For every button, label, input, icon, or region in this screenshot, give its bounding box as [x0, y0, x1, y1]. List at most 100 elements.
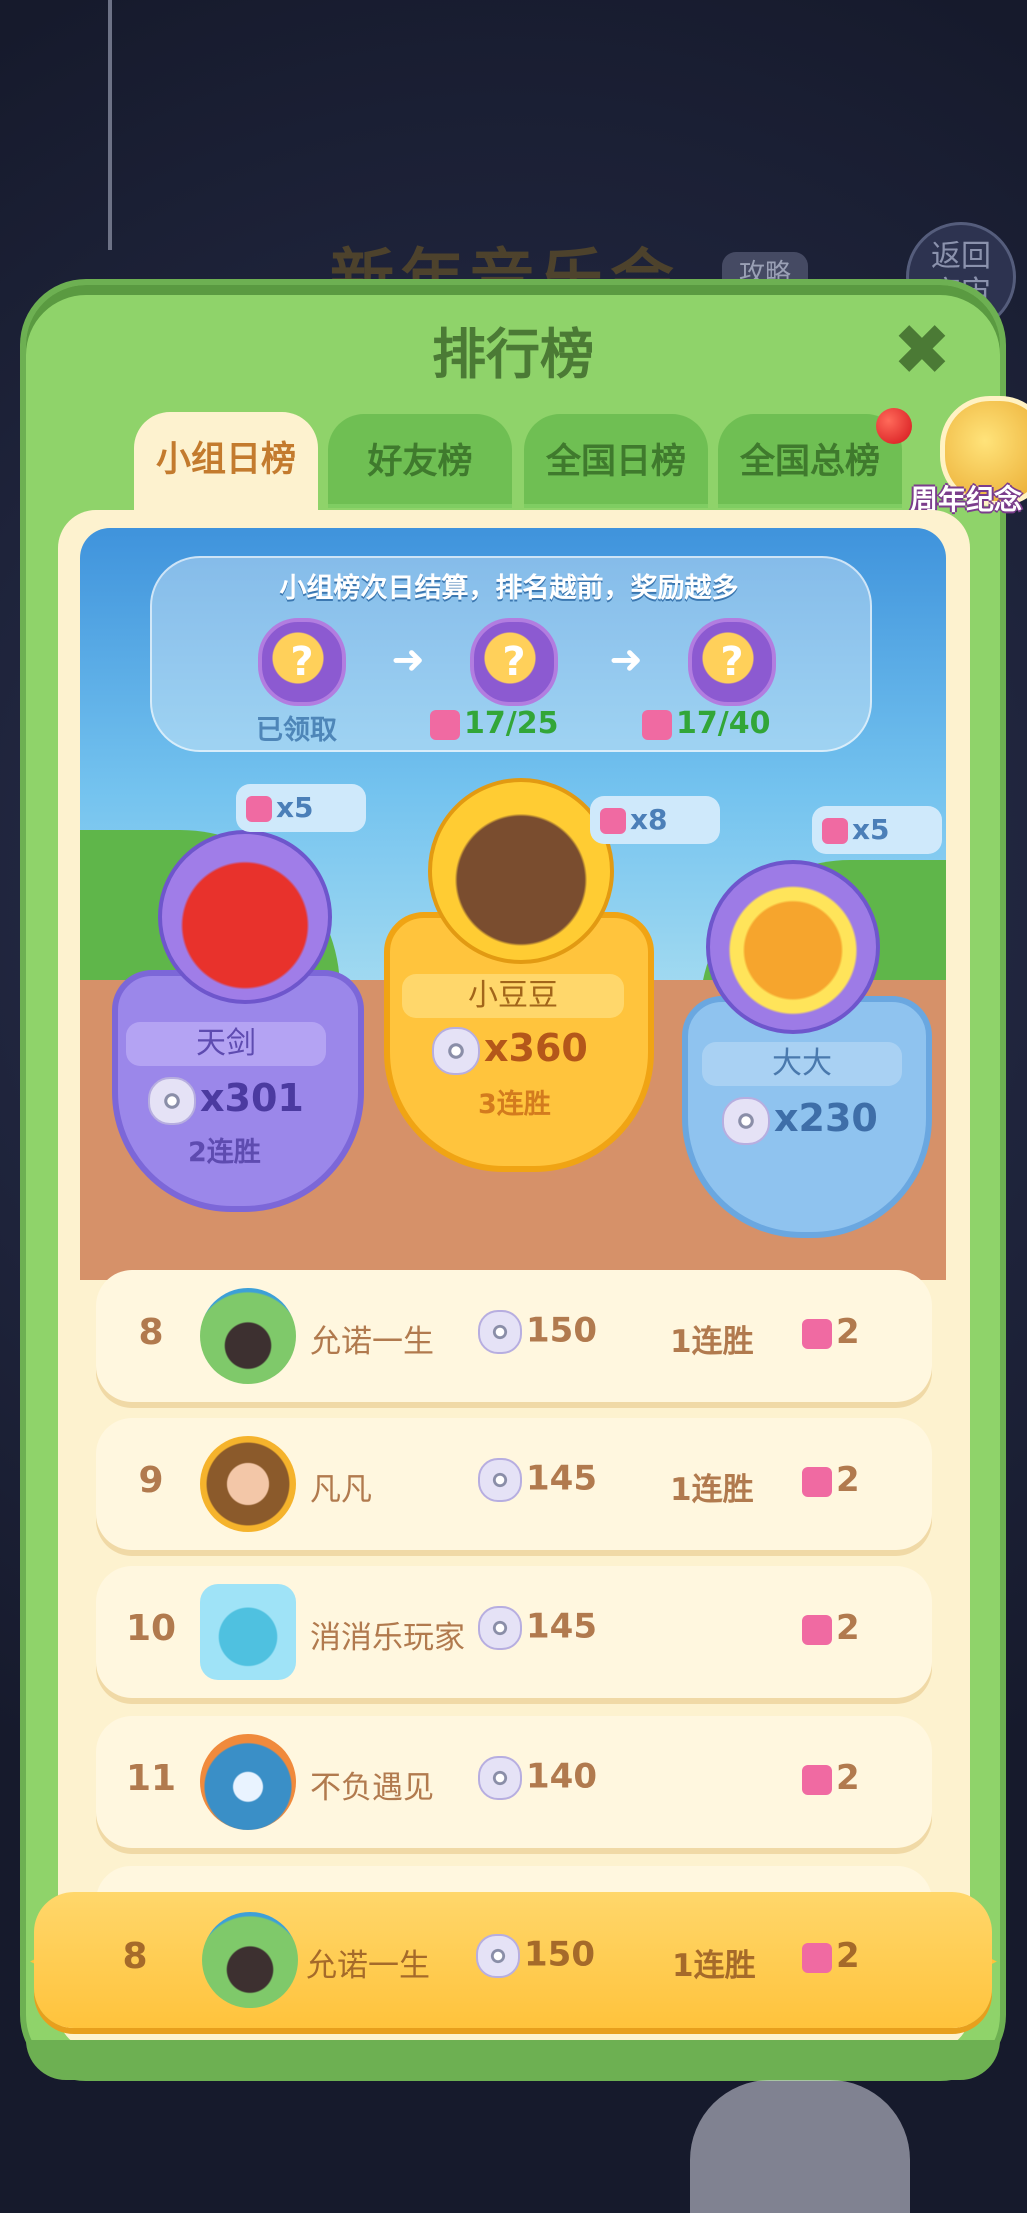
score-value: 150: [526, 1310, 597, 1351]
player-score: 145: [478, 1606, 597, 1650]
table-row[interactable]: 11 不负遇见 140 2: [96, 1716, 932, 1848]
puzzle-piece-icon: [642, 709, 672, 740]
puzzle-piece-icon: [802, 1318, 832, 1349]
player-name: 不负遇见: [310, 1770, 434, 1806]
reward-claimed-label: 已领取: [256, 715, 337, 746]
pieces-bubble: x5: [812, 806, 942, 854]
player-pieces: 2: [802, 1936, 860, 1976]
tab-friends[interactable]: 好友榜: [328, 414, 512, 508]
rank-number: 10: [125, 1608, 177, 1649]
notification-dot-icon: [876, 408, 912, 444]
player-score: 140: [478, 1756, 597, 1800]
self-rank-row[interactable]: 8 允诺一生 150 1连胜 2: [34, 1892, 992, 2028]
avatar[interactable]: [158, 830, 332, 1004]
player-pieces: 2: [802, 1312, 860, 1352]
podium-streak: 2连胜: [188, 1137, 261, 1168]
disc-icon: [148, 1076, 196, 1125]
disc-icon: [478, 1606, 522, 1650]
avatar[interactable]: [200, 1734, 296, 1830]
pieces-bubble: x5: [236, 784, 366, 832]
player-pieces: 2: [802, 1460, 860, 1500]
pieces-count: 2: [836, 1758, 860, 1798]
pieces-count: 2: [836, 1312, 860, 1352]
disc-icon: [432, 1026, 480, 1075]
reward-progress: 17/40: [642, 706, 770, 741]
disc-icon: [476, 1934, 520, 1978]
player-name: 允诺一生: [310, 1324, 434, 1360]
puzzle-piece-icon: [802, 1942, 832, 1973]
avatar[interactable]: [200, 1288, 296, 1384]
score-value: 150: [524, 1934, 595, 1975]
pieces-count: 2: [836, 1460, 860, 1500]
player-streak: 1连胜: [670, 1324, 754, 1360]
avatar[interactable]: [428, 778, 614, 964]
podium-name: 大大: [702, 1042, 902, 1086]
pieces-count: 2: [836, 1936, 860, 1976]
table-row[interactable]: 8 允诺一生 150 1连胜 2: [96, 1270, 932, 1402]
avatar[interactable]: [200, 1584, 296, 1680]
pieces-count: x5: [276, 791, 314, 824]
player-name: 凡凡: [310, 1472, 372, 1508]
arrow-right-icon: ➜: [609, 637, 643, 683]
panel-base: [26, 2040, 1000, 2080]
podium-name: 天剑: [126, 1022, 326, 1066]
rank-number: 9: [138, 1460, 164, 1501]
score-value: 145: [526, 1606, 597, 1647]
player-streak: 1连胜: [670, 1472, 754, 1508]
player-score: 150: [478, 1310, 597, 1354]
player-pieces: 2: [802, 1758, 860, 1798]
rank-number: 8: [138, 1312, 164, 1353]
rank-number: 11: [125, 1758, 177, 1799]
reward-progress-value: 17/25: [464, 706, 559, 741]
avatar[interactable]: [706, 860, 880, 1034]
close-icon[interactable]: ✖: [890, 315, 954, 385]
score-value: 140: [526, 1756, 597, 1797]
podium-name: 小豆豆: [402, 974, 624, 1018]
puzzle-piece-icon: [430, 709, 460, 740]
reward-progress: 17/25: [430, 706, 558, 741]
podium-score: x301: [148, 1076, 304, 1125]
avatar[interactable]: [202, 1912, 298, 2008]
table-row[interactable]: 9 凡凡 145 1连胜 2: [96, 1418, 932, 1550]
podium-streak: 3连胜: [478, 1089, 551, 1120]
score-value: 145: [526, 1458, 597, 1499]
disc-icon: [478, 1458, 522, 1502]
puzzle-piece-icon: [246, 796, 272, 822]
player-streak: 1连胜: [672, 1948, 756, 1984]
table-row[interactable]: 10 消消乐玩家 145 2: [96, 1566, 932, 1698]
player-score: 150: [476, 1934, 595, 1978]
reward-chest-icon[interactable]: ?: [688, 618, 776, 706]
player-score: 145: [478, 1458, 597, 1502]
avatar[interactable]: [200, 1436, 296, 1532]
puzzle-piece-icon: [802, 1466, 832, 1497]
player-pieces: 2: [802, 1608, 860, 1648]
player-name: 消消乐玩家: [310, 1620, 465, 1656]
disc-icon: [722, 1096, 770, 1145]
pieces-count: x5: [852, 813, 890, 846]
puzzle-piece-icon: [802, 1764, 832, 1795]
pieces-bubble: x8: [590, 796, 720, 844]
reward-chest-icon[interactable]: ?: [470, 618, 558, 706]
player-name: 允诺一生: [306, 1948, 430, 1984]
arrow-right-icon: ➜: [391, 637, 425, 683]
reward-chest-icon[interactable]: ?: [258, 618, 346, 706]
disc-icon: [478, 1756, 522, 1800]
tab-group-daily[interactable]: 小组日榜: [134, 412, 318, 512]
pieces-count: x8: [630, 803, 668, 836]
puzzle-piece-icon: [600, 808, 626, 834]
reward-banner-text: 小组榜次日结算，排名越前，奖励越多: [279, 573, 739, 604]
score-value: x230: [774, 1096, 878, 1140]
score-value: x301: [200, 1076, 304, 1120]
hanging-rope: [108, 0, 112, 250]
tab-national-total[interactable]: 全国总榜: [718, 414, 902, 508]
panel-title: 排行榜: [432, 323, 594, 386]
tab-national-daily[interactable]: 全国日榜: [524, 414, 708, 508]
podium-score: x230: [722, 1096, 878, 1145]
disc-icon: [478, 1310, 522, 1354]
reward-progress-value: 17/40: [676, 706, 771, 741]
pieces-count: 2: [836, 1608, 860, 1648]
puzzle-piece-icon: [802, 1614, 832, 1645]
score-value: x360: [484, 1026, 588, 1070]
puzzle-piece-icon: [822, 818, 848, 844]
rank-number: 8: [122, 1936, 148, 1977]
